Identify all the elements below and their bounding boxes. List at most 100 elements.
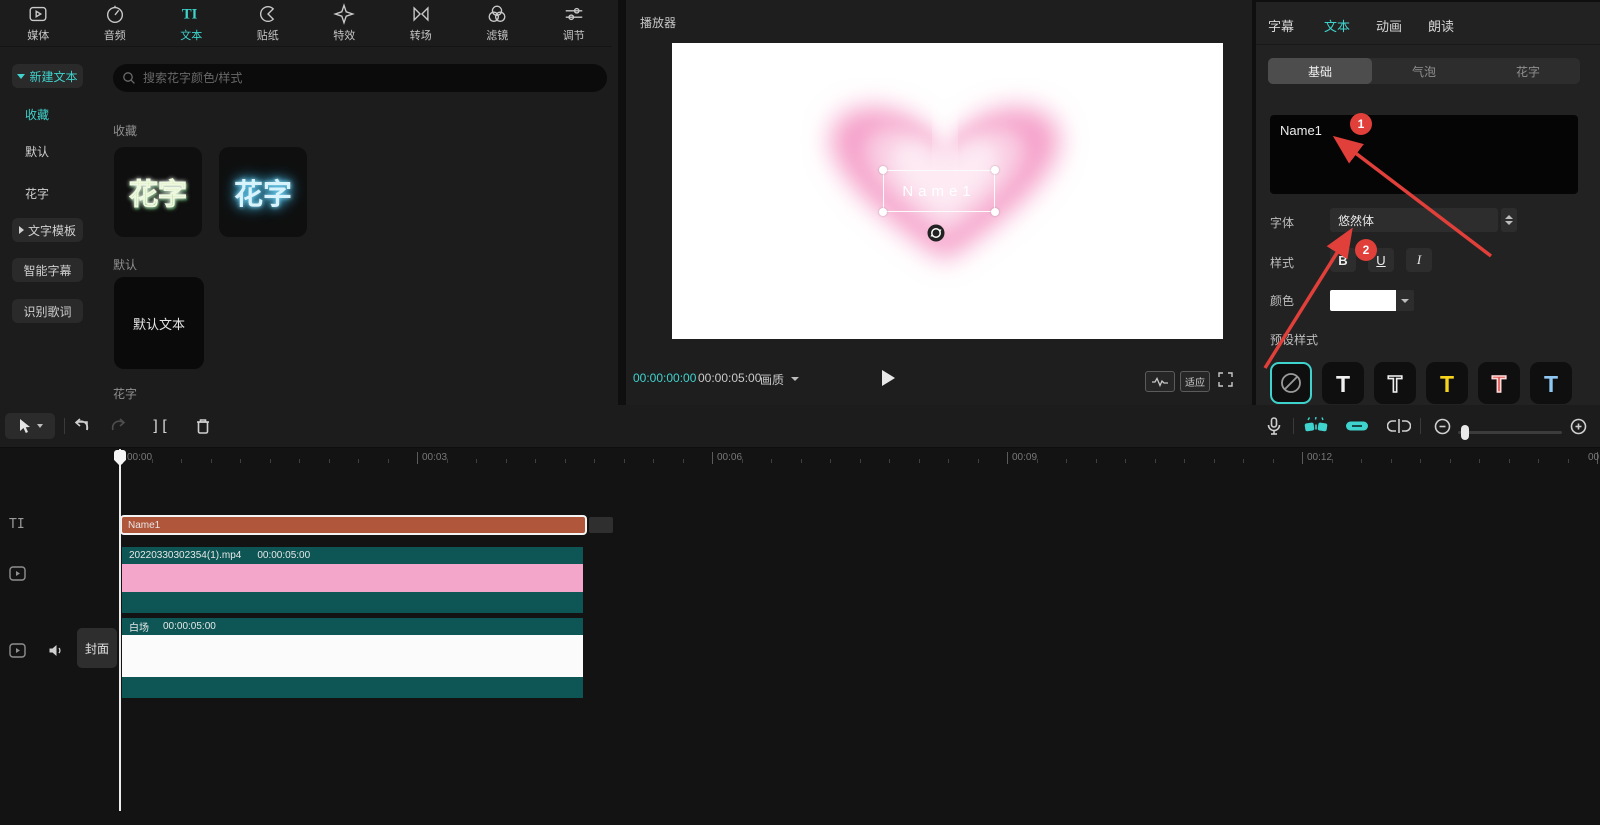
white-field-clip[interactable]: 白场 00:00:05:00 bbox=[122, 613, 583, 698]
link-toggle[interactable] bbox=[1344, 417, 1370, 435]
audio-mute-icon[interactable] bbox=[48, 643, 64, 658]
audio-icon bbox=[104, 3, 126, 25]
tab-subtitle[interactable]: 字幕 bbox=[1268, 16, 1294, 35]
handle-bottom-left[interactable] bbox=[879, 208, 887, 216]
quality-dropdown[interactable]: 画质 bbox=[760, 371, 784, 388]
ruler-label: 00:09 bbox=[1012, 452, 1037, 463]
preset-blue-button[interactable]: T bbox=[1530, 362, 1572, 404]
preset-red-button[interactable]: T bbox=[1478, 362, 1520, 404]
unlink-icon bbox=[1387, 418, 1411, 434]
zoom-out-button[interactable] bbox=[1432, 416, 1452, 436]
waveform-icon bbox=[1151, 377, 1169, 387]
undo-button[interactable] bbox=[70, 415, 92, 437]
record-voiceover-button[interactable] bbox=[1263, 414, 1285, 438]
font-stepper[interactable] bbox=[1501, 208, 1517, 232]
zoom-in-icon bbox=[1570, 418, 1587, 435]
video-clip[interactable]: 20220330302354(1).mp4 00:00:05:00 bbox=[122, 547, 583, 613]
tab-text-label: 文本 bbox=[180, 27, 202, 43]
svg-text:T: T bbox=[1492, 371, 1506, 397]
tab-filter[interactable]: 滤镜 bbox=[470, 3, 524, 43]
tab-media-label: 媒体 bbox=[27, 27, 49, 43]
sticker-icon bbox=[257, 3, 279, 25]
preset-yellow-button[interactable]: T bbox=[1426, 362, 1468, 404]
playhead-line[interactable] bbox=[119, 449, 121, 811]
rotate-handle-icon[interactable] bbox=[927, 224, 945, 242]
subtab-huazi[interactable]: 花字 bbox=[1476, 58, 1580, 84]
capcut-app: 媒体 音频 TI 文本 贴纸 特效 转场 bbox=[0, 0, 1600, 825]
font-select[interactable]: 悠然体 bbox=[1330, 208, 1498, 232]
preview-canvas[interactable]: Name1 bbox=[672, 43, 1223, 339]
cover-button[interactable]: 封面 bbox=[77, 628, 117, 668]
delete-button[interactable] bbox=[192, 415, 214, 437]
chevron-right-icon bbox=[19, 226, 24, 234]
white-clip-duration: 00:00:05:00 bbox=[163, 621, 216, 632]
play-button[interactable] bbox=[882, 370, 895, 386]
zoom-in-button[interactable] bbox=[1568, 416, 1588, 436]
text-selection-box[interactable]: Name1 bbox=[883, 170, 995, 212]
tab-animation[interactable]: 动画 bbox=[1376, 16, 1402, 35]
tab-effects-label: 特效 bbox=[333, 27, 355, 43]
preset-white-button[interactable]: T bbox=[1322, 362, 1364, 404]
sidebar-item-huazi[interactable]: 花字 bbox=[25, 185, 49, 202]
tab-adjust[interactable]: 调节 bbox=[547, 3, 601, 43]
font-label: 字体 bbox=[1270, 214, 1294, 231]
subtab-basic[interactable]: 基础 bbox=[1268, 58, 1372, 84]
huazi-thumb-green[interactable]: 花字 bbox=[114, 147, 202, 237]
tab-transition-label: 转场 bbox=[410, 27, 432, 43]
handle-top-right[interactable] bbox=[991, 166, 999, 174]
timeline-zoom-slider[interactable] bbox=[1458, 431, 1562, 434]
auto-snap-toggle[interactable] bbox=[1302, 416, 1330, 436]
handle-top-left[interactable] bbox=[879, 166, 887, 174]
sidebar-item-lyrics[interactable]: 识别歌词 bbox=[12, 299, 83, 323]
inspector-panel: 字幕 文本 动画 朗读 基础 气泡 花字 Name1 字体 悠然体 样式 B U… bbox=[1256, 2, 1600, 405]
timeline-ruler[interactable]: 00:00 00:03 00:06 00:09 00:12 00:15 bbox=[0, 448, 1600, 468]
color-dropdown[interactable] bbox=[1396, 290, 1414, 311]
preset-outline-button[interactable]: T bbox=[1374, 362, 1416, 404]
style-label: 样式 bbox=[1270, 254, 1294, 271]
link-icon bbox=[1345, 419, 1369, 433]
select-tool-button[interactable] bbox=[5, 413, 55, 439]
annotation-badge-1: 1 bbox=[1350, 113, 1372, 135]
tab-transition[interactable]: 转场 bbox=[394, 3, 448, 43]
italic-button[interactable]: I bbox=[1406, 248, 1432, 272]
sidebar-item-default[interactable]: 默认 bbox=[25, 143, 49, 160]
text-track-icon: TI bbox=[9, 517, 25, 532]
fit-button[interactable]: 适应 bbox=[1180, 371, 1210, 392]
search-input[interactable] bbox=[113, 64, 607, 92]
tab-media[interactable]: 媒体 bbox=[11, 3, 65, 43]
cursor-icon bbox=[18, 418, 32, 434]
huazi-thumb-blue[interactable]: 花字 bbox=[219, 147, 307, 237]
text-content-input[interactable]: Name1 bbox=[1270, 115, 1578, 194]
split-button[interactable]: ][ bbox=[148, 413, 172, 439]
preset-none-button[interactable] bbox=[1270, 362, 1312, 404]
tab-read-aloud[interactable]: 朗读 bbox=[1428, 16, 1454, 35]
ruler-label: 00:00 bbox=[127, 452, 152, 463]
unlink-button[interactable] bbox=[1386, 416, 1412, 436]
tab-text[interactable]: TI 文本 bbox=[164, 3, 218, 43]
zoom-slider-handle[interactable] bbox=[1461, 425, 1469, 440]
waveform-toggle-button[interactable] bbox=[1145, 371, 1175, 392]
sidebar-item-text-template[interactable]: 文字模板 bbox=[12, 218, 83, 242]
handle-bottom-right[interactable] bbox=[991, 208, 999, 216]
preset-label: 预设样式 bbox=[1270, 331, 1318, 348]
color-label: 颜色 bbox=[1270, 292, 1294, 309]
sidebar-item-favorites[interactable]: 收藏 bbox=[25, 106, 49, 123]
subtab-bubble[interactable]: 气泡 bbox=[1372, 58, 1476, 84]
svg-text:T: T bbox=[1440, 371, 1454, 397]
sidebar-item-smart-subtitle[interactable]: 智能字幕 bbox=[12, 258, 83, 282]
tab-text-settings[interactable]: 文本 bbox=[1324, 16, 1350, 35]
default-text-thumb[interactable]: 默认文本 bbox=[114, 277, 204, 369]
sidebar-item-new-text[interactable]: 新建文本 bbox=[12, 64, 83, 88]
tab-effects[interactable]: 特效 bbox=[317, 3, 371, 43]
color-caret-icon bbox=[1401, 299, 1409, 303]
text-clip[interactable]: Name1 bbox=[120, 515, 587, 535]
redo-button[interactable] bbox=[108, 415, 130, 437]
tab-sticker[interactable]: 贴纸 bbox=[241, 3, 295, 43]
svg-text:T: T bbox=[1388, 371, 1402, 397]
ruler-label: 00:15 bbox=[1588, 452, 1600, 463]
tab-audio[interactable]: 音频 bbox=[88, 3, 142, 43]
color-swatch[interactable] bbox=[1330, 290, 1396, 311]
bold-button[interactable]: B bbox=[1330, 248, 1356, 272]
svg-text:T: T bbox=[1336, 371, 1350, 397]
fullscreen-icon[interactable] bbox=[1218, 372, 1233, 387]
